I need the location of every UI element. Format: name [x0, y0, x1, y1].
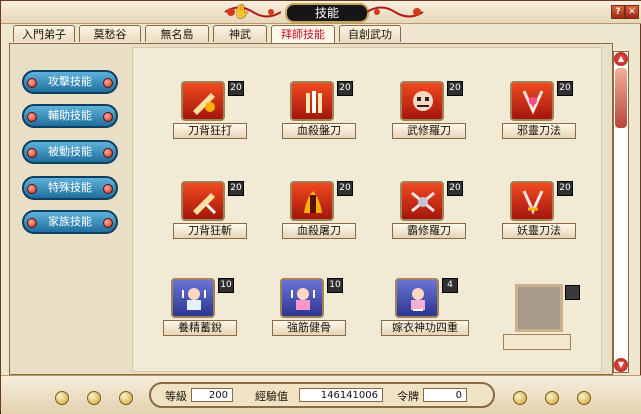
skill-level: 20 [228, 181, 244, 196]
rest-buff-icon[interactable] [171, 278, 215, 318]
level-value: 200 [191, 388, 233, 402]
sidebar-item-passive[interactable]: 被動技能 [22, 140, 118, 164]
warrior-blade-icon[interactable] [400, 181, 444, 221]
skill-grid: 20 刀背狂打 20 血殺盤刀 20 武修羅刀 20 邪靈刀法 20 刀背狂斬 … [132, 47, 602, 372]
tab-entry-disciple[interactable]: 入門弟子 [13, 25, 75, 42]
skill-level: 4 [442, 278, 458, 293]
bead-icon [103, 184, 113, 194]
skill-name: 刀背狂斬 [173, 223, 247, 239]
fire-blade-icon[interactable] [290, 181, 334, 221]
sidebar-item-support[interactable]: 輔助技能 [22, 104, 118, 128]
yao-spirit-icon[interactable] [510, 181, 554, 221]
blade-slash-icon[interactable] [181, 181, 225, 221]
skill-level: 20 [337, 181, 353, 196]
token-label: 令牌 [397, 390, 419, 403]
tab-master-skills[interactable]: 拜師技能 [271, 25, 335, 44]
stats-panel: 等級 200 經驗值 146141006 令牌 0 [149, 382, 495, 408]
skill-level: 20 [447, 81, 463, 96]
skill-name: 邪靈刀法 [502, 123, 576, 139]
skill-name: 血殺屠刀 [282, 223, 356, 239]
skill-level: 10 [218, 278, 234, 293]
skill-level: 20 [228, 81, 244, 96]
sidebar-item-special[interactable]: 特殊技能 [22, 176, 118, 200]
tab-self-created[interactable]: 自創武功 [339, 25, 401, 42]
bead-icon [577, 391, 591, 405]
blood-blade-icon[interactable] [290, 81, 334, 121]
tab-nameless-island[interactable]: 無名島 [145, 25, 209, 42]
divine-art-icon[interactable] [395, 278, 439, 318]
level-label: 等級 [165, 390, 187, 403]
bead-icon [27, 78, 37, 88]
scroll-thumb[interactable] [615, 68, 627, 128]
skills-panel: 攻擊技能 輔助技能 被動技能 特殊技能 家族技能 20 刀背狂打 20 血殺盤刀… [9, 43, 613, 375]
bead-icon [103, 218, 113, 228]
hand-cursor-icon: ✋ [233, 4, 251, 20]
scroll-up-button[interactable]: ▲ [614, 52, 628, 66]
bead-icon [513, 391, 527, 405]
skill-name: 刀背狂打 [173, 123, 247, 139]
bead-icon [27, 184, 37, 194]
bead-icon [103, 148, 113, 158]
title-ornament-left [224, 6, 281, 18]
skill-name: 血殺盤刀 [282, 123, 356, 139]
empty-skill-name [503, 334, 571, 350]
scroll-down-button[interactable]: ▼ [614, 358, 628, 372]
bead-icon [545, 391, 559, 405]
skill-name: 強筋健骨 [272, 320, 346, 336]
tab-mochou-valley[interactable]: 莫愁谷 [79, 25, 141, 42]
help-button[interactable]: ? [611, 5, 625, 19]
sidebar-item-attack[interactable]: 攻擊技能 [22, 70, 118, 94]
bead-icon [103, 112, 113, 122]
bead-icon [27, 218, 37, 228]
skill-level: 20 [557, 81, 573, 96]
demon-mask-icon[interactable] [400, 81, 444, 121]
skills-window: ✋ 技能 ? ✕ 入門弟子 莫愁谷 無名島 神武 拜師技能 自創武功 攻擊技能 … [0, 0, 641, 414]
strength-buff-icon[interactable] [280, 278, 324, 318]
vertical-scrollbar[interactable]: ▲ ▼ [613, 51, 629, 373]
exp-label: 經驗值 [255, 390, 288, 403]
empty-skill-level [565, 285, 580, 300]
tab-divine-martial[interactable]: 神武 [213, 25, 267, 42]
skill-name: 養精蓄銳 [163, 320, 237, 336]
window-title: 技能 [285, 3, 369, 23]
bead-icon [27, 148, 37, 158]
skill-name: 嫁衣神功四重 [381, 320, 469, 336]
bead-icon [103, 78, 113, 88]
skill-name: 妖靈刀法 [502, 223, 576, 239]
skill-level: 10 [327, 278, 343, 293]
exp-value: 146141006 [299, 388, 383, 402]
skill-level: 20 [557, 181, 573, 196]
close-button[interactable]: ✕ [625, 5, 639, 19]
title-ornament-right [367, 6, 424, 18]
skill-level: 20 [337, 81, 353, 96]
empty-skill-slot[interactable] [515, 284, 563, 332]
skill-name: 武修羅刀 [392, 123, 466, 139]
title-bar[interactable]: ✋ 技能 ? ✕ [1, 1, 641, 24]
skill-name: 霸修羅刀 [392, 223, 466, 239]
bead-icon [55, 391, 69, 405]
bead-icon [27, 112, 37, 122]
evil-spirit-icon[interactable] [510, 81, 554, 121]
bead-icon [87, 391, 101, 405]
blade-strike-icon[interactable] [181, 81, 225, 121]
status-bar: 等級 200 經驗值 146141006 令牌 0 [1, 375, 641, 414]
token-value: 0 [423, 388, 467, 402]
bead-icon [119, 391, 133, 405]
skill-level: 20 [447, 181, 463, 196]
sidebar-item-family[interactable]: 家族技能 [22, 210, 118, 234]
